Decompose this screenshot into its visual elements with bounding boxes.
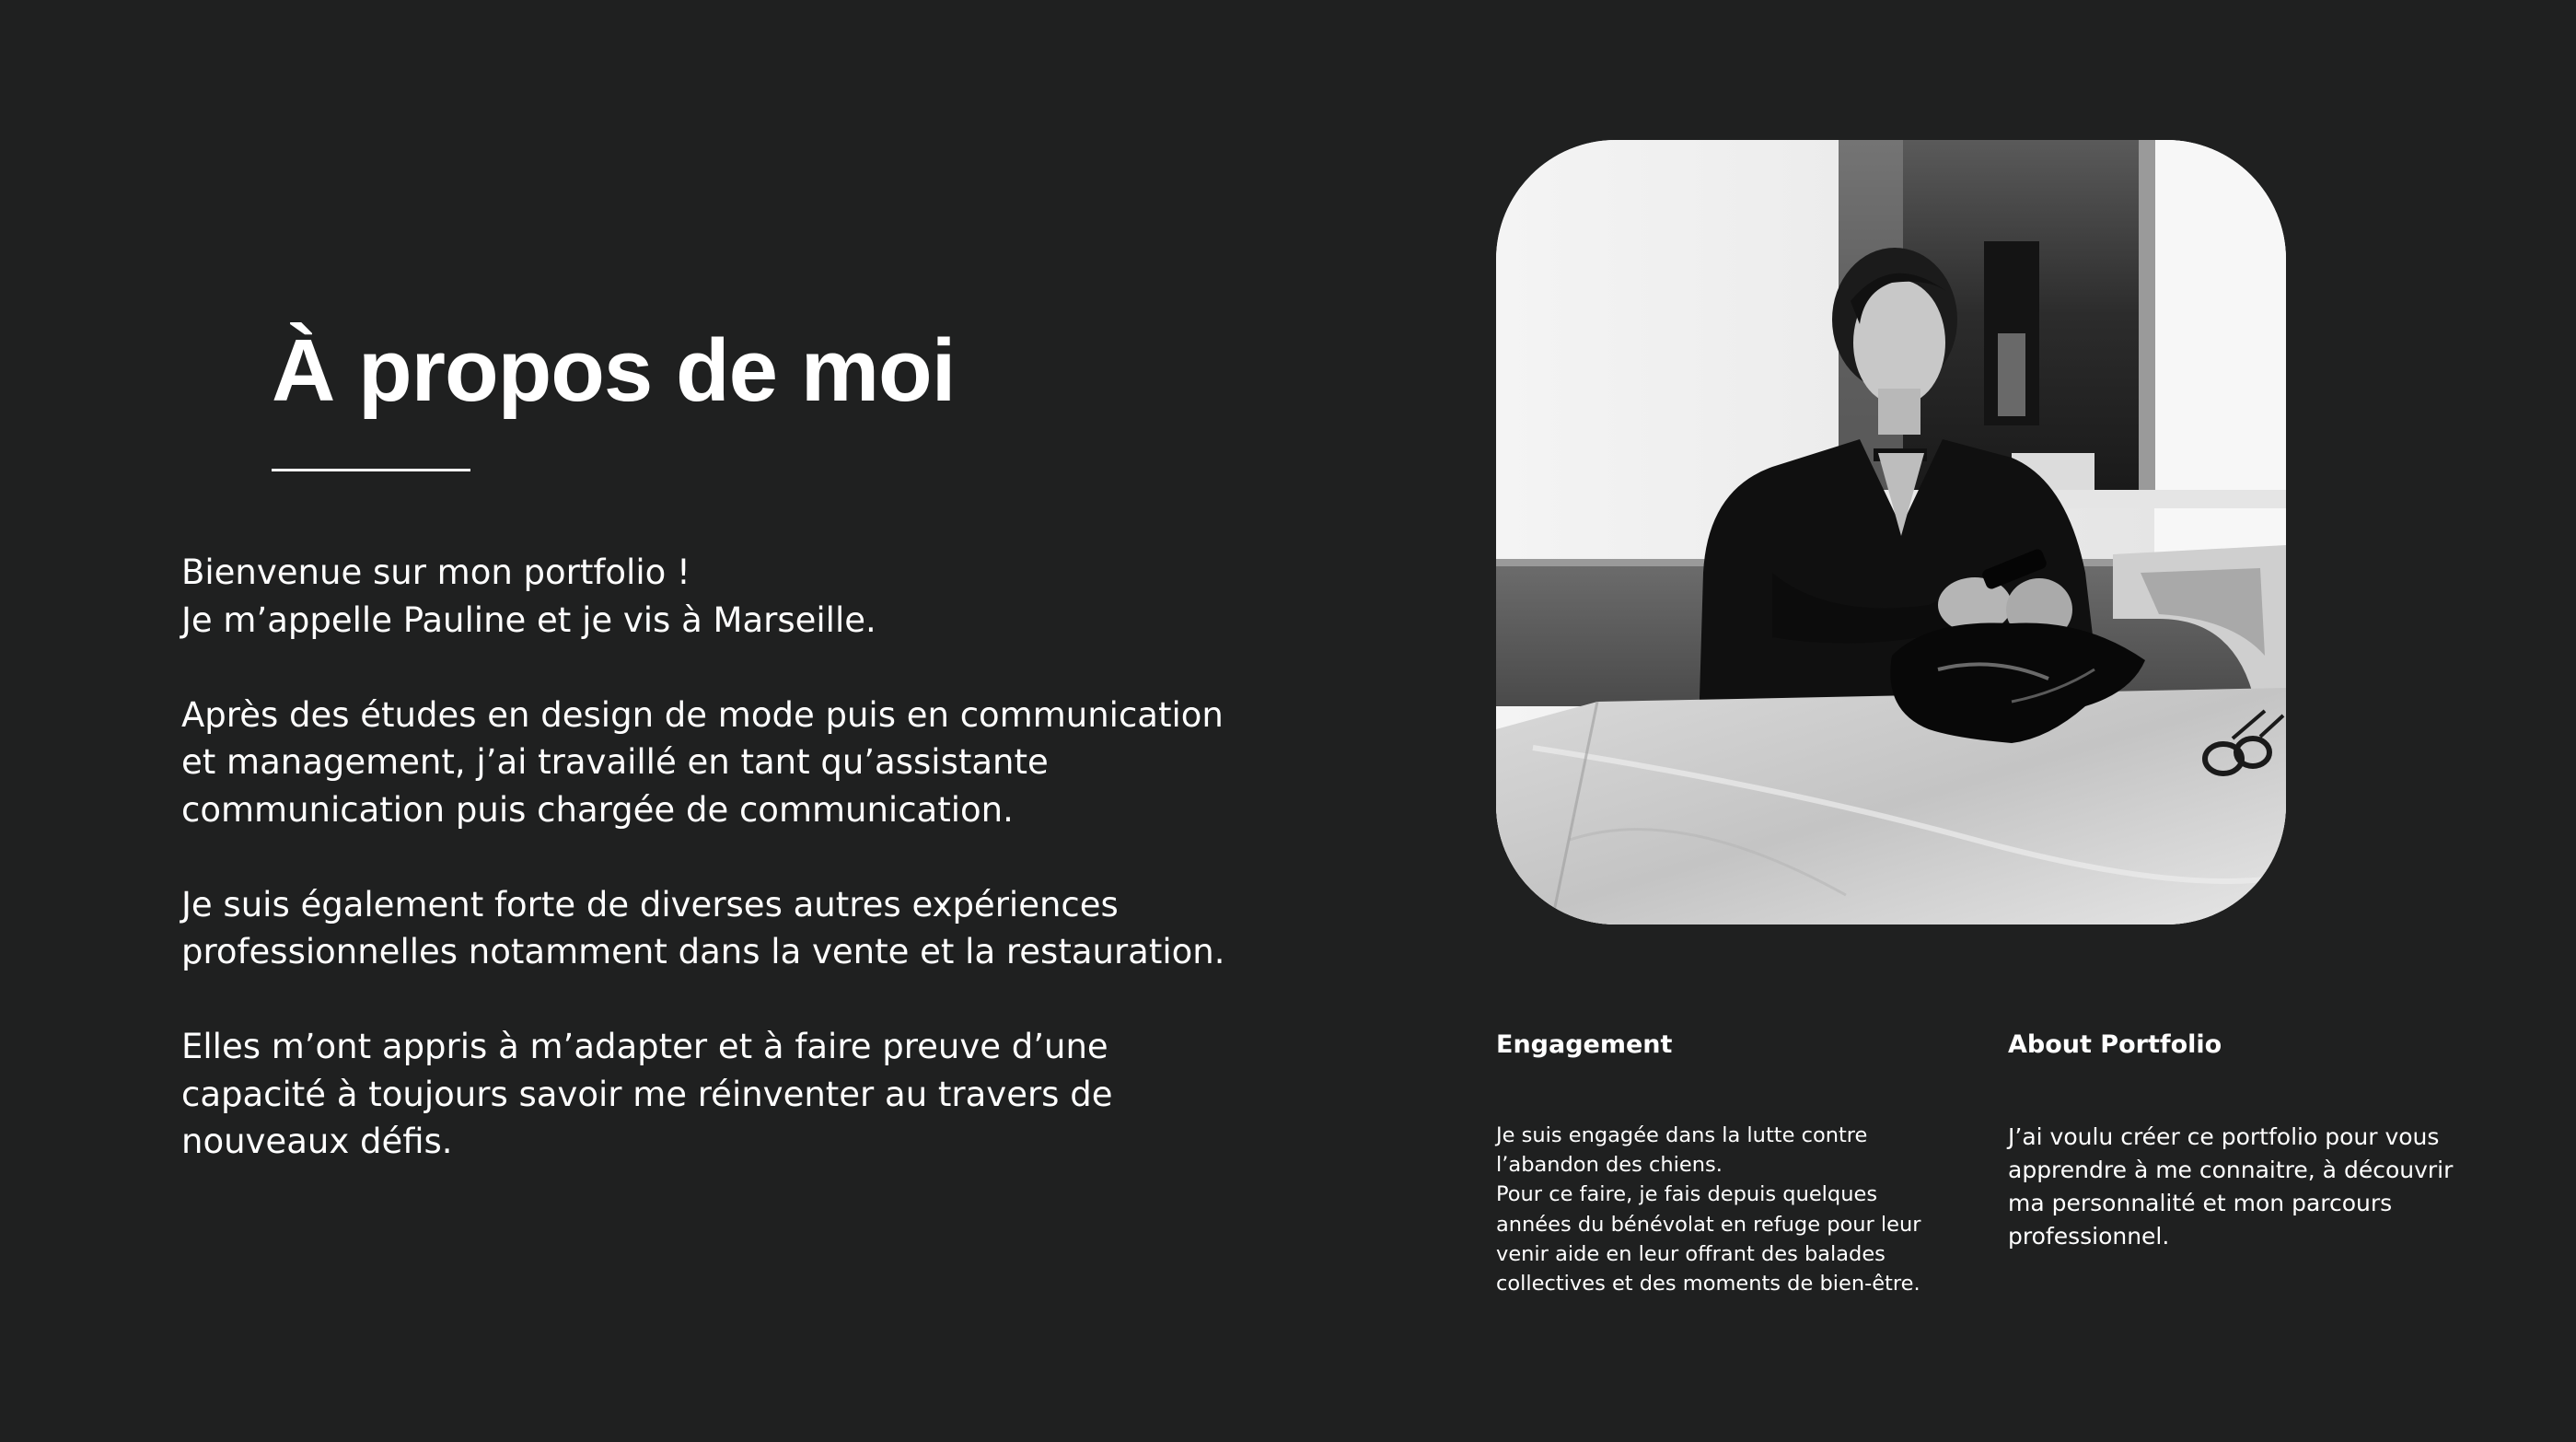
page-title: À propos de moi xyxy=(272,321,956,420)
intro-paragraph-studies: Après des études en design de mode puis … xyxy=(181,694,1224,830)
portrait-photo xyxy=(1496,140,2286,925)
about-portfolio-title: About Portfolio xyxy=(2008,1030,2222,1059)
intro-paragraph-welcome: Bienvenue sur mon portfolio ! Je m’appel… xyxy=(181,552,876,640)
engagement-title: Engagement xyxy=(1496,1030,1673,1059)
intro-text: Bienvenue sur mon portfolio ! Je m’appel… xyxy=(181,549,1240,1166)
about-page: À propos de moi Bienvenue sur mon portfo… xyxy=(0,0,2576,1442)
engagement-text: Je suis engagée dans la lutte contre l’a… xyxy=(1496,1123,1921,1297)
portrait-photo-illustration xyxy=(1496,140,2286,925)
intro-paragraph-experience: Je suis également forte de diverses autr… xyxy=(181,884,1225,972)
intro-paragraph-adaptability: Elles m’ont appris à m’adapter et à fair… xyxy=(181,1027,1113,1161)
title-underline xyxy=(272,469,470,471)
about-portfolio-text: J’ai voulu créer ce portfolio pour vous … xyxy=(2008,1123,2454,1250)
